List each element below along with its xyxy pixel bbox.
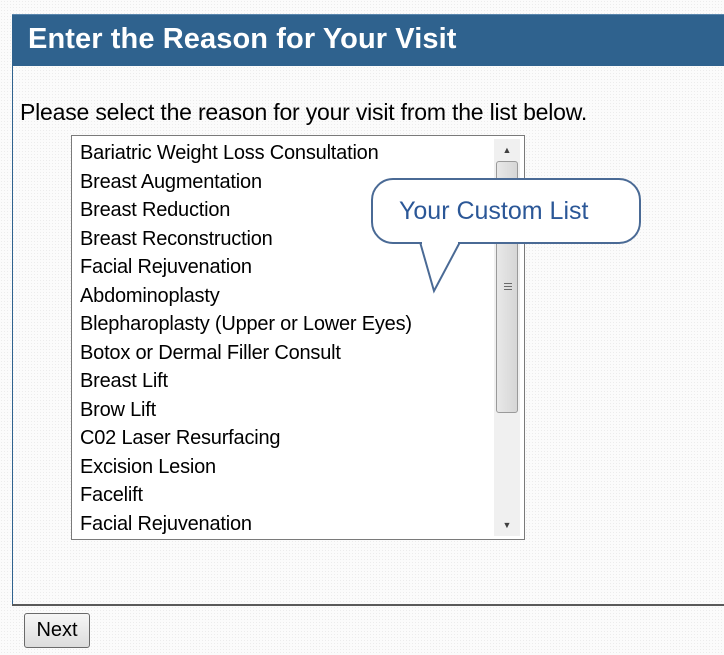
instruction-text: Please select the reason for your visit … xyxy=(20,99,588,125)
list-item[interactable]: Excision Lesion xyxy=(80,453,490,482)
footer-divider xyxy=(12,604,724,606)
left-border xyxy=(12,66,13,604)
list-item[interactable]: Brow Lift xyxy=(80,396,490,425)
list-item[interactable]: Facial Rejuvenation xyxy=(80,510,490,539)
scroll-grip-icon xyxy=(504,286,512,287)
next-button[interactable]: Next xyxy=(24,613,90,648)
scroll-up-arrow-icon[interactable]: ▲ xyxy=(494,139,520,161)
list-item[interactable]: Breast Lift xyxy=(80,367,490,396)
list-item[interactable]: Facial Rejuvenation xyxy=(80,253,490,282)
list-item[interactable]: Facelift xyxy=(80,481,490,510)
scroll-grip-icon xyxy=(504,289,512,290)
list-item[interactable]: Bariatric Weight Loss Consultation xyxy=(80,139,490,168)
page-title: Enter the Reason for Your Visit xyxy=(28,23,457,55)
list-item[interactable]: C02 Laser Resurfacing xyxy=(80,424,490,453)
scroll-down-arrow-icon[interactable]: ▼ xyxy=(494,514,520,536)
page: Enter the Reason for Your Visit Please s… xyxy=(0,0,724,655)
callout-text: Your Custom List xyxy=(399,197,589,225)
list-item[interactable]: Blepharoplasty (Upper or Lower Eyes) xyxy=(80,310,490,339)
list-item[interactable]: Botox or Dermal Filler Consult xyxy=(80,339,490,368)
scroll-grip-icon xyxy=(504,283,512,284)
title-bar: Enter the Reason for Your Visit xyxy=(12,14,724,66)
custom-list-callout: Your Custom List xyxy=(371,178,641,244)
list-item[interactable]: Abdominoplasty xyxy=(80,282,490,311)
